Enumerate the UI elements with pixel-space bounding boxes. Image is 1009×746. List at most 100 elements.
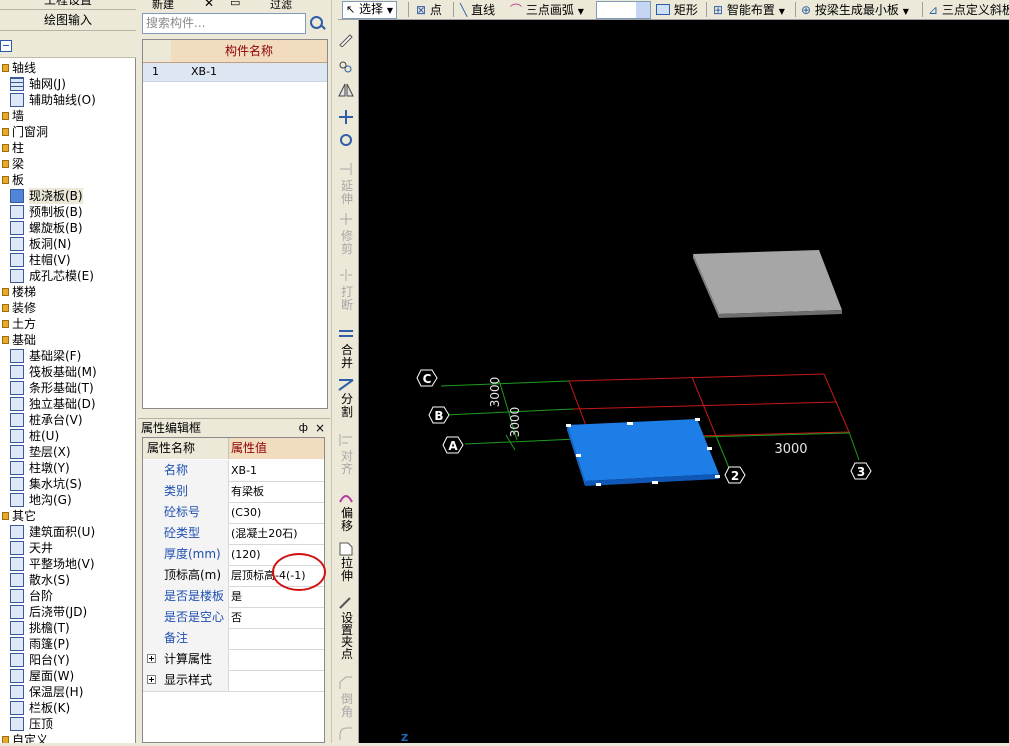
- tree-item[interactable]: 地沟(G): [0, 492, 134, 508]
- tree-item[interactable]: 垫层(X): [0, 444, 134, 460]
- tree-item[interactable]: 板洞(N): [0, 236, 134, 252]
- tree-item[interactable]: 集水坑(S): [0, 476, 134, 492]
- mirror-icon[interactable]: [338, 83, 354, 97]
- property-value[interactable]: [230, 670, 325, 691]
- arc-mode-select[interactable]: [596, 1, 651, 19]
- tree-item[interactable]: 台阶: [0, 588, 134, 604]
- align-icon[interactable]: [338, 433, 354, 447]
- tree-item[interactable]: 桩(U): [0, 428, 134, 444]
- tree-item[interactable]: 阳台(Y): [0, 652, 134, 668]
- tree-item[interactable]: 压顶: [0, 716, 134, 732]
- property-value[interactable]: XB-1: [230, 460, 325, 481]
- tree-item[interactable]: 基础梁(F): [0, 348, 134, 364]
- pin-icon[interactable]: ф: [299, 419, 308, 437]
- tree-category[interactable]: 板: [0, 172, 134, 188]
- property-value[interactable]: [230, 628, 325, 649]
- component-tree[interactable]: 轴线 轴网(J) 辅助轴线(O) 墙门窗洞柱梁板现浇板(B) 预制板(B) 螺旋板(B) 板…: [0, 58, 136, 743]
- expand-icon[interactable]: [147, 675, 156, 684]
- beam-slab-button[interactable]: ⊕ 按梁生成最小板 ▼: [801, 1, 909, 19]
- tree-category[interactable]: 楼梯: [0, 284, 134, 300]
- point-button[interactable]: ⊠ 点: [416, 1, 442, 19]
- property-row[interactable]: 备注: [143, 628, 324, 650]
- tree-item[interactable]: 屋面(W): [0, 668, 134, 684]
- pencil-icon[interactable]: [338, 33, 354, 47]
- arc-button[interactable]: ⌒ 三点画弧 ▼: [510, 1, 584, 19]
- tree-category[interactable]: 梁: [0, 156, 134, 172]
- property-row[interactable]: 名称 XB-1: [143, 460, 324, 482]
- tree-category[interactable]: 土方: [0, 316, 134, 332]
- grip-icon[interactable]: [338, 596, 354, 610]
- rect-button[interactable]: 矩形: [656, 1, 698, 19]
- select-button[interactable]: ↖ 选择 ▼: [342, 1, 398, 19]
- split-icon[interactable]: [338, 378, 354, 392]
- component-name-header[interactable]: 构件名称: [171, 40, 327, 63]
- search-button[interactable]: [306, 13, 328, 34]
- tree-item[interactable]: 螺旋板(B): [0, 220, 134, 236]
- tree-item[interactable]: 建筑面积(U): [0, 524, 134, 540]
- tree-item[interactable]: 栏板(K): [0, 700, 134, 716]
- tree-category[interactable]: 门窗洞: [0, 124, 134, 140]
- tree-item[interactable]: 保温层(H): [0, 684, 134, 700]
- tree-item[interactable]: 天井: [0, 540, 134, 556]
- three-point-slope-button[interactable]: ⊿ 三点定义斜板: [928, 1, 1009, 19]
- tree-item[interactable]: 桩承台(V): [0, 412, 134, 428]
- tree-item[interactable]: 辅助轴线(O): [0, 92, 134, 108]
- stretch-icon[interactable]: [338, 542, 354, 556]
- property-row[interactable]: 砼类型 (混凝土20石): [143, 523, 324, 545]
- selected-slab[interactable]: [567, 419, 719, 481]
- drawing-input-button[interactable]: 绘图输入: [0, 10, 136, 31]
- fillet-icon[interactable]: [338, 727, 354, 741]
- tree-item[interactable]: 预制板(B): [0, 204, 134, 220]
- tree-item[interactable]: 独立基础(D): [0, 396, 134, 412]
- copy-icon[interactable]: ▭: [230, 0, 240, 9]
- tree-category[interactable]: 基础: [0, 332, 134, 348]
- property-value[interactable]: 有梁板: [230, 481, 325, 502]
- property-row[interactable]: 是否是空心否: [143, 607, 324, 629]
- tree-item[interactable]: 轴网(J): [0, 76, 134, 92]
- tree-item[interactable]: 挑檐(T): [0, 620, 134, 636]
- tree-item[interactable]: 雨篷(P): [0, 636, 134, 652]
- property-value[interactable]: (C30): [230, 502, 325, 523]
- delete-icon[interactable]: ✕: [204, 0, 214, 10]
- line-button[interactable]: ╲ 直线: [460, 1, 495, 19]
- tree-item[interactable]: 筏板基础(M): [0, 364, 134, 380]
- tree-category[interactable]: 装修: [0, 300, 134, 316]
- extend-icon[interactable]: [338, 162, 354, 176]
- offset-icon[interactable]: [338, 490, 354, 504]
- expand-icon[interactable]: [147, 654, 156, 663]
- property-row[interactable]: 显示样式: [143, 670, 324, 692]
- tree-item[interactable]: 成孔芯模(E): [0, 268, 134, 284]
- trim-icon[interactable]: [338, 212, 354, 226]
- tree-category[interactable]: 轴线: [0, 60, 134, 76]
- tree-item[interactable]: 现浇板(B): [0, 188, 134, 204]
- tree-category[interactable]: 自定义: [0, 732, 134, 743]
- filter-button[interactable]: 过滤: [270, 0, 292, 12]
- move-icon[interactable]: [338, 110, 354, 124]
- property-row[interactable]: 砼标号 (C30): [143, 502, 324, 524]
- canvas-svg[interactable]: C B A 2 3 3000 3000 3000 Z: [359, 20, 1009, 744]
- property-row[interactable]: 类别 有梁板: [143, 481, 324, 503]
- tree-item[interactable]: 柱帽(V): [0, 252, 134, 268]
- tree-item[interactable]: 后浇带(JD): [0, 604, 134, 620]
- property-row[interactable]: 计算属性: [143, 649, 324, 671]
- search-input[interactable]: 搜索构件...: [142, 13, 306, 34]
- copy-icon[interactable]: [338, 60, 354, 74]
- tree-category[interactable]: 柱: [0, 140, 134, 156]
- drawing-canvas[interactable]: C B A 2 3 3000 3000 3000 Z: [359, 20, 1009, 744]
- tree-category[interactable]: 其它: [0, 508, 134, 524]
- close-icon[interactable]: ×: [315, 419, 325, 437]
- tree-item[interactable]: 平整场地(V): [0, 556, 134, 572]
- merge-icon[interactable]: [338, 327, 354, 341]
- tree-item[interactable]: 条形基础(T): [0, 380, 134, 396]
- rotate-icon[interactable]: [338, 133, 354, 147]
- smart-layout-button[interactable]: ⊞ 智能布置 ▼: [713, 1, 785, 19]
- property-value[interactable]: (混凝土20石): [230, 523, 325, 544]
- gray-slab[interactable]: [693, 250, 842, 314]
- property-value[interactable]: 否: [230, 607, 325, 628]
- tree-item[interactable]: 散水(S): [0, 572, 134, 588]
- property-value[interactable]: 是: [230, 586, 325, 607]
- break-icon[interactable]: [338, 268, 354, 282]
- component-row[interactable]: 1 XB-1: [143, 63, 327, 82]
- project-settings-button[interactable]: 工程设置: [0, 0, 136, 10]
- new-button[interactable]: 新建: [152, 0, 174, 12]
